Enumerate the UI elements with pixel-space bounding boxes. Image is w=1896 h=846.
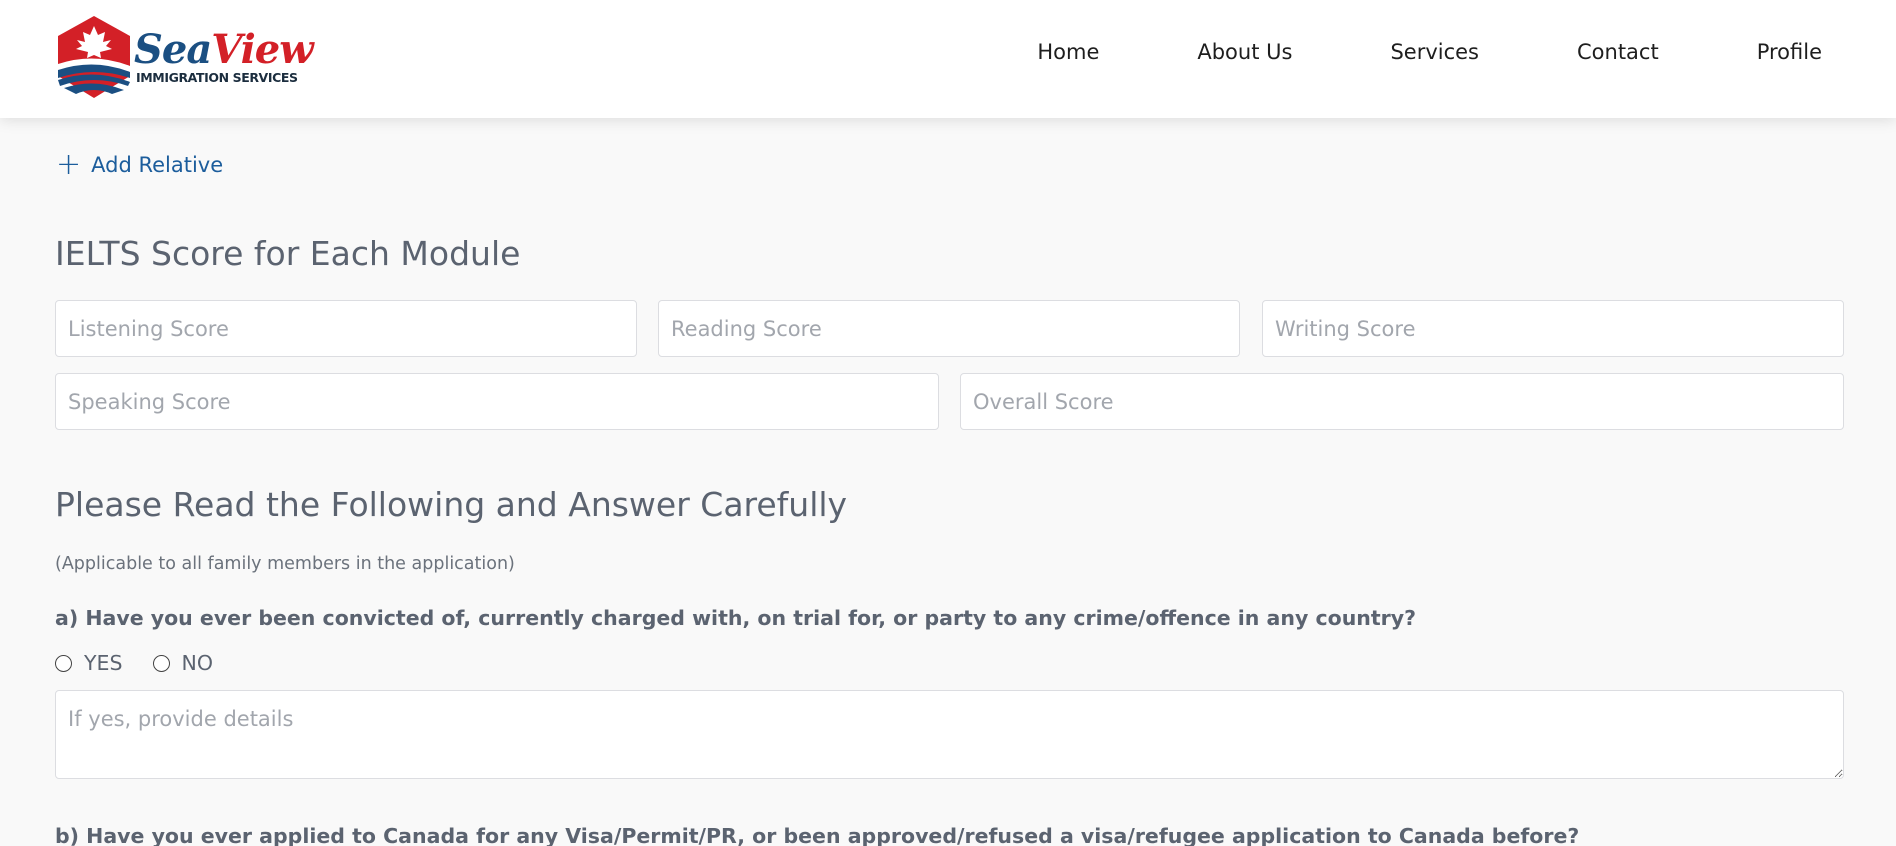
radio-no[interactable]: NO [152, 651, 213, 675]
writing-score-input[interactable] [1262, 300, 1844, 357]
site-header: SeaView IMMIGRATION SERVICES Home About … [0, 0, 1896, 118]
radio-yes-circle[interactable] [55, 654, 72, 672]
reading-score-input[interactable] [658, 300, 1240, 357]
brand-subtitle: IMMIGRATION SERVICES [136, 70, 298, 85]
nav-about-us[interactable]: About Us [1197, 40, 1292, 64]
question-a: a) Have you ever been convicted of, curr… [55, 606, 1417, 630]
applicability-note: (Applicable to all family members in the… [55, 554, 515, 574]
nav-profile[interactable]: Profile [1757, 40, 1822, 64]
seaview-logo[interactable]: SeaView IMMIGRATION SERVICES [54, 14, 314, 100]
brand-name: SeaView [134, 26, 314, 73]
maple-leaf-wave-icon [58, 16, 130, 98]
ielts-section-title: IELTS Score for Each Module [55, 234, 521, 273]
overall-score-input[interactable] [960, 373, 1844, 430]
question-a-radio-group: YES NO [55, 651, 243, 675]
nav-contact[interactable]: Contact [1577, 40, 1659, 64]
question-b: b) Have you ever applied to Canada for a… [55, 824, 1580, 846]
plus-icon: + [56, 147, 82, 182]
nav-home[interactable]: Home [1037, 40, 1099, 64]
radio-yes[interactable]: YES [55, 651, 123, 675]
listening-score-input[interactable] [55, 300, 637, 357]
add-relative-button[interactable]: + Add Relative [56, 150, 223, 180]
main-nav: Home About Us Services Contact Profile [939, 40, 1822, 64]
radio-no-circle[interactable] [152, 654, 170, 672]
questions-section-title: Please Read the Following and Answer Car… [55, 485, 848, 524]
nav-services[interactable]: Services [1390, 40, 1479, 64]
add-relative-label: Add Relative [91, 153, 224, 177]
question-a-details-textarea[interactable] [55, 690, 1844, 779]
radio-yes-label: YES [84, 651, 123, 675]
speaking-score-input[interactable] [55, 373, 939, 430]
radio-no-label: NO [181, 651, 213, 675]
